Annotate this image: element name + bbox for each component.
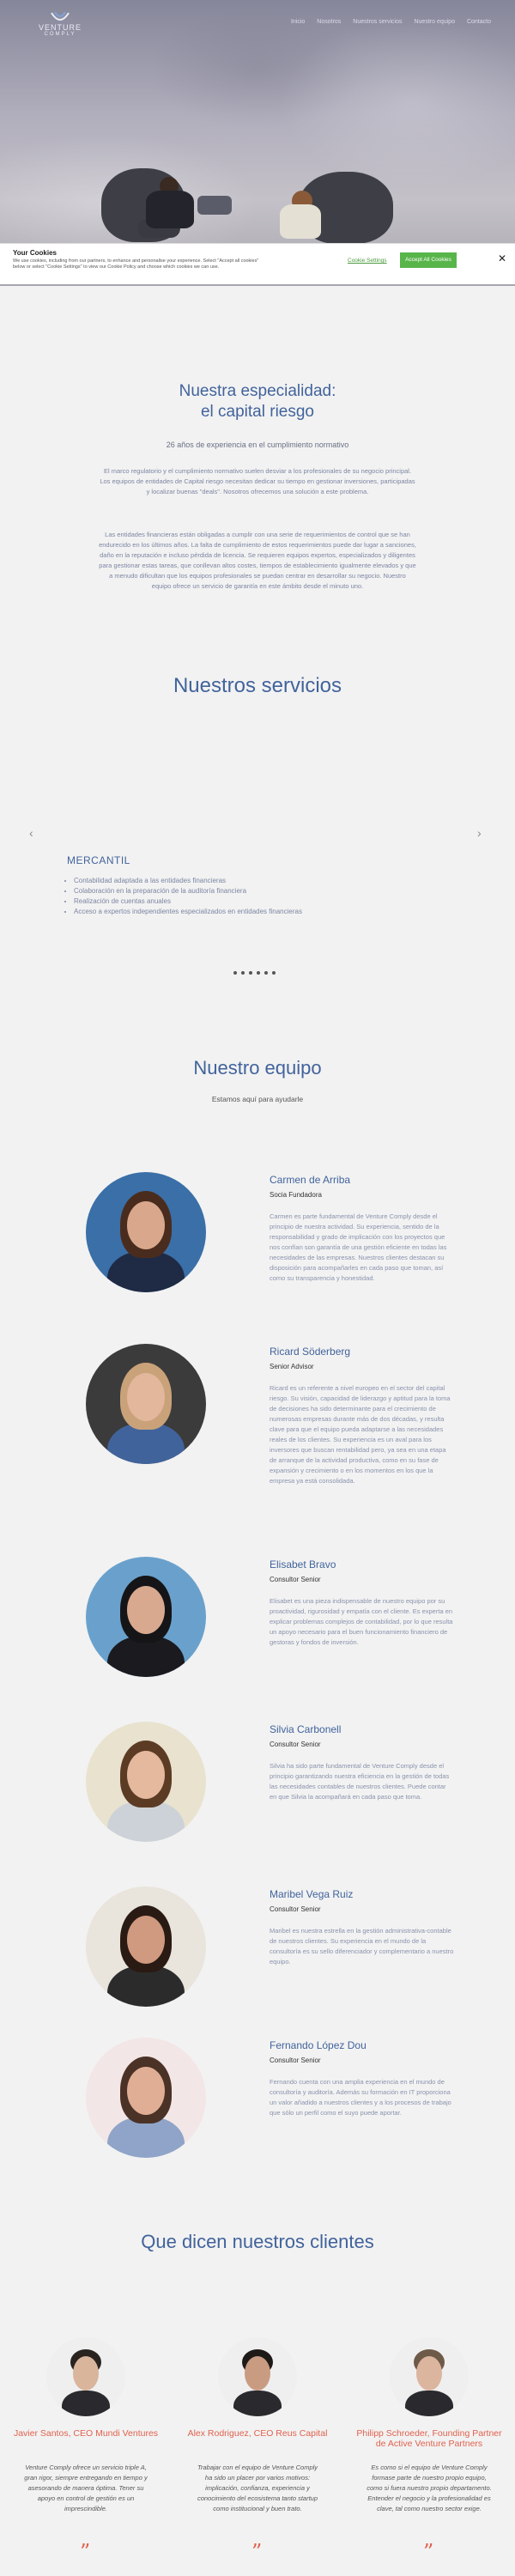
specialty-paragraph-2: Las entidades financieras están obligada… [99, 531, 416, 590]
client-avatar-face [245, 2356, 270, 2391]
person-left-body [146, 191, 194, 228]
top-navigation: VENTURE COMPLY Inicio Nosotros Nuestros … [0, 0, 515, 53]
list-item: Colaboración en la preparación de la aud… [74, 886, 302, 896]
client-avatar [218, 2337, 297, 2416]
avatar [86, 1344, 206, 1464]
cookie-banner: Your Cookies We use cookies, including f… [0, 243, 515, 284]
specialty-title-line1: Nuestra especialidad: [179, 382, 336, 400]
member-role: Socia Fundadora [270, 1191, 322, 1199]
nav-item-nosotros[interactable]: Nosotros [317, 19, 341, 25]
brand-name: VENTURE [38, 23, 82, 32]
carousel-dot[interactable] [272, 971, 276, 975]
laptop [197, 196, 232, 215]
nav-item-equipo[interactable]: Nuestro equipo [414, 19, 454, 25]
client-name: Javier Santos, CEO Mundi Ventures [13, 2428, 159, 2439]
member-name: Ricard Söderberg [270, 1346, 351, 1358]
team-subtitle: Estamos aquí para ayudarle [211, 1095, 304, 1103]
member-role: Consultor Senior [270, 1905, 321, 1913]
member-bio: Elisabet es una pieza indispensable de n… [270, 1597, 453, 1646]
logo-mark-icon [51, 11, 70, 21]
nav-item-servicios[interactable]: Nuestros servicios [353, 19, 402, 25]
close-icon[interactable]: ✕ [498, 252, 506, 264]
quote-icon: ” [80, 2540, 91, 2564]
nav-item-inicio[interactable]: Inicio [291, 19, 305, 25]
avatar-face [127, 1751, 165, 1799]
avatar-face [127, 1201, 165, 1249]
avatar [86, 1886, 206, 2007]
specialty-subtitle: 26 años de experiencia en el cumplimient… [166, 440, 349, 449]
member-bio: Ricard es un referente a nivel europeo e… [270, 1384, 451, 1485]
client-name: Alex Rodriguez, CEO Reus Capital [187, 2428, 328, 2439]
avatar-face [127, 2067, 165, 2115]
client-avatar-face [73, 2356, 99, 2391]
client-avatar-face [416, 2356, 442, 2391]
avatar-face [127, 1916, 165, 1964]
person-right-body [280, 204, 321, 239]
main-nav: Inicio Nosotros Nuestros servicios Nuest… [291, 19, 491, 25]
member-role: Consultor Senior [270, 1576, 321, 1583]
member-name: Elisabet Bravo [270, 1558, 336, 1571]
member-name: Carmen de Arriba [270, 1174, 351, 1186]
avatar [86, 1172, 206, 1292]
client-quote: Venture Comply ofrece un servicio triple… [24, 2464, 148, 2512]
list-item: Realización de cuentas anuales [74, 896, 302, 907]
testimonials-title: Que dicen nuestros clientes [141, 2231, 374, 2252]
quote-icon: ” [251, 2540, 263, 2564]
client-name: Philipp Schroeder, Founding Partner de A… [356, 2428, 502, 2449]
client-avatar-body [62, 2391, 110, 2416]
member-role: Consultor Senior [270, 1741, 321, 1748]
service-slide-title: MERCANTIL [67, 854, 130, 866]
client-quote: Trabajar con el equipo de Venture Comply… [197, 2464, 318, 2512]
brand-sub: COMPLY [44, 32, 76, 37]
member-bio: Maribel es nuestra estrella en la gestió… [270, 1927, 454, 1965]
member-bio: Fernando cuenta con una amplia experienc… [270, 2078, 451, 2117]
carousel-dot[interactable] [241, 971, 245, 975]
member-role: Consultor Senior [270, 2057, 321, 2064]
carousel-dot[interactable] [264, 971, 268, 975]
carousel-dots [233, 971, 276, 975]
list-item: Acceso a expertos independientes especia… [74, 907, 302, 917]
client-avatar-body [233, 2391, 282, 2416]
accept-cookies-button[interactable]: Accept All Cookies [400, 252, 457, 268]
carousel-dot[interactable] [233, 971, 237, 975]
hero-section: VENTURE COMPLY Inicio Nosotros Nuestros … [0, 0, 515, 286]
service-list: Contabilidad adaptada a las entidades fi… [74, 876, 302, 917]
client-avatar [390, 2337, 469, 2416]
carousel-next-icon[interactable]: › [477, 826, 482, 840]
quote-icon: ” [423, 2540, 434, 2564]
brand-logo[interactable]: VENTURE COMPLY [34, 10, 86, 48]
member-role: Senior Advisor [270, 1363, 314, 1370]
member-name: Fernando López Dou [270, 2039, 367, 2051]
services-title: Nuestros servicios [173, 674, 342, 697]
carousel-dot[interactable] [249, 971, 252, 975]
cookie-settings-link[interactable]: Cookie Settings [348, 258, 387, 264]
specialty-title: Nuestra especialidad: el capital riesgo [0, 381, 515, 422]
specialty-paragraph-1: El marco regulatorio y el cumplimiento n… [100, 467, 415, 495]
member-name: Maribel Vega Ruiz [270, 1888, 354, 1900]
member-name: Silvia Carbonell [270, 1723, 342, 1735]
team-title: Nuestro equipo [193, 1057, 322, 1078]
client-avatar-body [405, 2391, 453, 2416]
avatar [86, 1722, 206, 1842]
carousel-dot[interactable] [257, 971, 260, 975]
member-bio: Silvia ha sido parte fundamental de Vent… [270, 1762, 450, 1801]
avatar-face [127, 1586, 165, 1634]
client-avatar [46, 2337, 125, 2416]
avatar [86, 2038, 206, 2158]
cookie-title: Your Cookies [13, 249, 57, 257]
list-item: Contabilidad adaptada a las entidades fi… [74, 876, 302, 886]
nav-item-contacto[interactable]: Contacto [467, 19, 491, 25]
specialty-title-line2: el capital riesgo [200, 403, 315, 421]
member-bio: Carmen es parte fundamental de Venture C… [270, 1212, 447, 1282]
cookie-text: We use cookies, including from our partn… [13, 258, 259, 270]
avatar [86, 1557, 206, 1677]
avatar-face [127, 1373, 165, 1421]
carousel-prev-icon[interactable]: ‹ [29, 826, 33, 840]
client-quote: Es como si el equipo de Venture Comply f… [367, 2464, 492, 2512]
